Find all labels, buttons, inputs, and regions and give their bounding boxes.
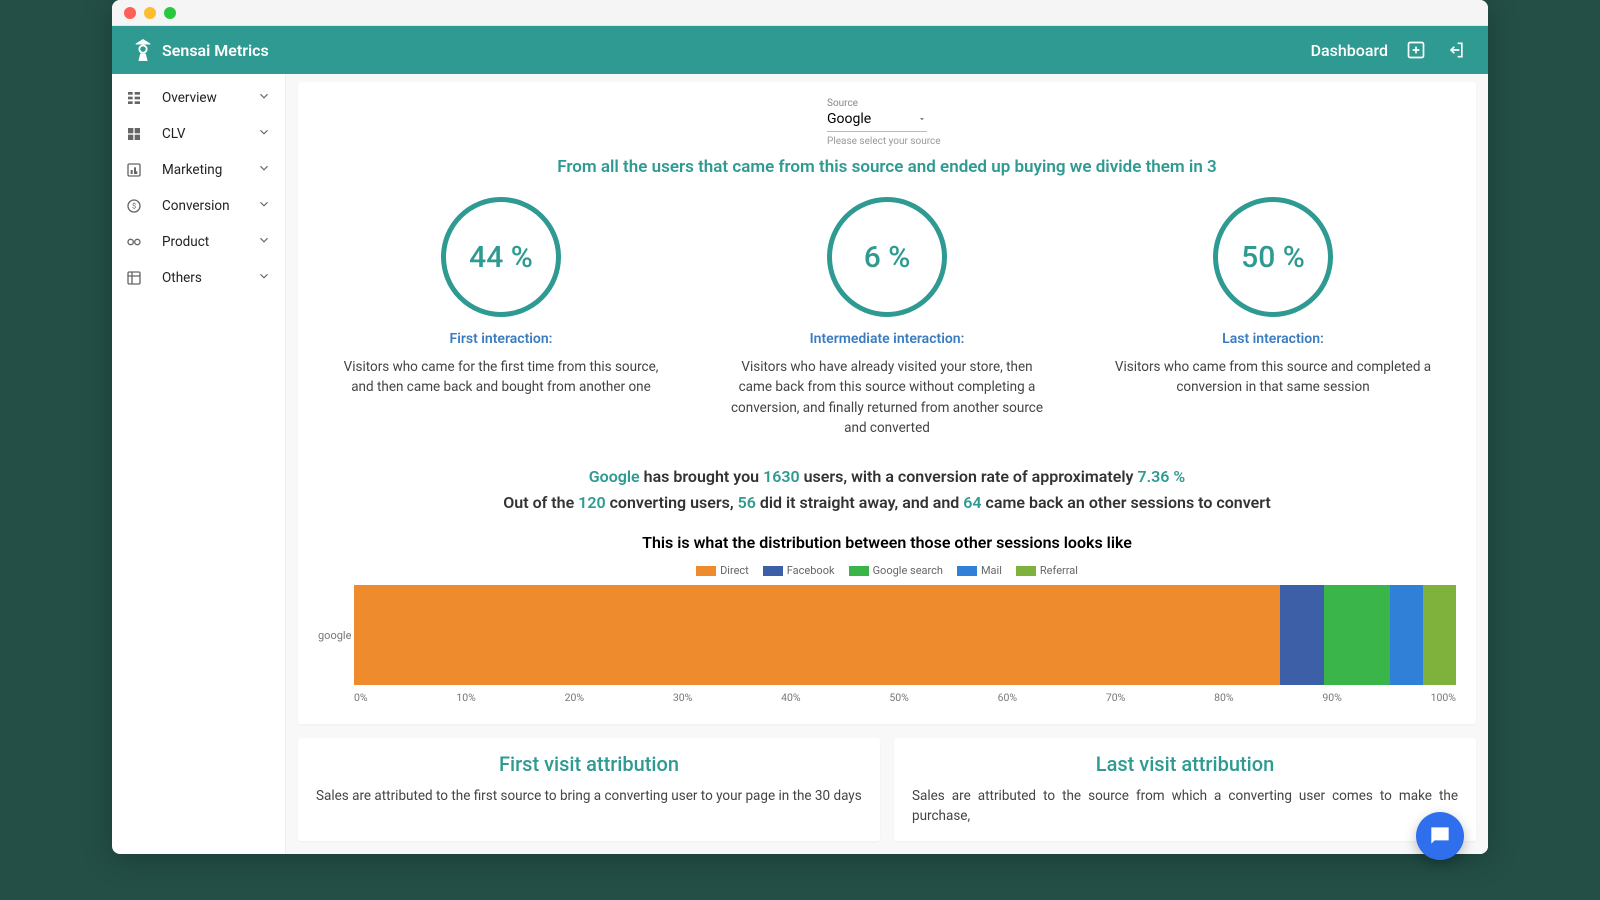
- window-zoom-icon[interactable]: [164, 7, 176, 19]
- sidebar-item-conversion[interactable]: $ Conversion: [112, 188, 285, 224]
- source-analysis-card: Source Google Please select your source …: [298, 82, 1476, 724]
- product-icon: [124, 234, 144, 250]
- conversion-icon: $: [124, 198, 144, 214]
- first-interaction-ring: 44 %: [441, 197, 561, 317]
- clv-icon: [124, 126, 144, 142]
- sidebar-item-label: Conversion: [162, 198, 230, 214]
- x-tick: 80%: [1214, 691, 1234, 704]
- marketing-icon: [124, 162, 144, 178]
- x-tick: 0%: [354, 691, 368, 704]
- sidebar-item-label: CLV: [162, 126, 186, 142]
- bar-segment-facebook: [1280, 585, 1324, 685]
- app-bar: Sensai Metrics Dashboard: [112, 26, 1488, 74]
- chevron-down-icon: [257, 161, 271, 179]
- chevron-down-icon: [257, 269, 271, 287]
- distribution-title: This is what the distribution between th…: [318, 533, 1456, 552]
- first-visit-attribution-card: First visit attribution Sales are attrib…: [298, 738, 880, 841]
- x-tick: 60%: [998, 691, 1018, 704]
- sidebar-item-marketing[interactable]: Marketing: [112, 152, 285, 188]
- chart-x-axis: 0% 10% 20% 30% 40% 50% 60% 70% 80% 90% 100%: [318, 691, 1456, 704]
- sidebar-item-label: Overview: [162, 90, 217, 106]
- sidebar-item-clv[interactable]: CLV: [112, 116, 285, 152]
- chevron-down-icon: [257, 89, 271, 107]
- bar-segment-google-search: [1324, 585, 1390, 685]
- source-field-label: Source: [827, 98, 947, 109]
- logout-icon[interactable]: [1444, 38, 1468, 62]
- bar-segment-referral: [1423, 585, 1456, 685]
- distribution-chart: google: [318, 585, 1456, 685]
- first-interaction-desc: Visitors who came for the first time fro…: [341, 357, 661, 398]
- last-visit-attribution-card: Last visit attribution Sales are attribu…: [894, 738, 1476, 841]
- last-visit-title: Last visit attribution: [912, 752, 1458, 776]
- dropdown-icon: [917, 114, 927, 124]
- intermediate-interaction-block: 6 % Intermediate interaction: Visitors w…: [727, 197, 1047, 438]
- svg-text:$: $: [132, 202, 136, 211]
- last-interaction-ring: 50 %: [1213, 197, 1333, 317]
- bar-segment-direct: [354, 585, 1280, 685]
- overview-icon: [124, 90, 144, 106]
- last-interaction-block: 50 % Last interaction: Visitors who came…: [1113, 197, 1433, 438]
- chart-y-category: google: [318, 629, 354, 642]
- sidebar-item-label: Others: [162, 270, 202, 286]
- first-interaction-block: 44 % First interaction: Visitors who cam…: [341, 197, 661, 438]
- legend-item: Google search: [849, 564, 943, 577]
- chat-icon: [1427, 823, 1453, 849]
- x-tick: 30%: [673, 691, 693, 704]
- add-widget-icon[interactable]: [1404, 38, 1428, 62]
- chevron-down-icon: [257, 233, 271, 251]
- sidebar-item-label: Product: [162, 234, 209, 250]
- legend-item: Facebook: [763, 564, 835, 577]
- window-minimize-icon[interactable]: [144, 7, 156, 19]
- source-hint: Please select your source: [827, 136, 947, 147]
- sidebar-item-others[interactable]: Others: [112, 260, 285, 296]
- brand: Sensai Metrics: [132, 37, 269, 63]
- first-interaction-title: First interaction:: [341, 331, 661, 347]
- x-tick: 90%: [1322, 691, 1342, 704]
- intermediate-interaction-title: Intermediate interaction:: [727, 331, 1047, 347]
- x-tick: 50%: [889, 691, 909, 704]
- section-headline: From all the users that came from this s…: [318, 157, 1456, 177]
- sidebar-item-product[interactable]: Product: [112, 224, 285, 260]
- brand-logo-icon: [132, 37, 154, 63]
- intermediate-interaction-ring: 6 %: [827, 197, 947, 317]
- last-interaction-title: Last interaction:: [1113, 331, 1433, 347]
- source-select[interactable]: Google: [827, 109, 927, 132]
- first-visit-body: Sales are attributed to the first source…: [316, 786, 862, 806]
- brand-name: Sensai Metrics: [162, 41, 269, 60]
- intermediate-interaction-value: 6 %: [864, 240, 911, 275]
- last-visit-body: Sales are attributed to the source from …: [912, 786, 1458, 827]
- sidebar: Overview CLV Marketing $ Conversion Prod…: [112, 74, 286, 854]
- others-icon: [124, 270, 144, 286]
- window-titlebar: [112, 0, 1488, 26]
- summary-text: Google has brought you 1630 users, with …: [437, 464, 1337, 515]
- last-interaction-desc: Visitors who came from this source and c…: [1113, 357, 1433, 398]
- sidebar-item-label: Marketing: [162, 162, 222, 178]
- first-interaction-value: 44 %: [469, 240, 533, 275]
- x-tick: 40%: [781, 691, 801, 704]
- last-interaction-value: 50 %: [1241, 240, 1305, 275]
- x-tick: 20%: [565, 691, 585, 704]
- bar-segment-mail: [1390, 585, 1423, 685]
- chevron-down-icon: [257, 197, 271, 215]
- source-select-value: Google: [827, 111, 871, 127]
- legend-item: Referral: [1016, 564, 1078, 577]
- first-visit-title: First visit attribution: [316, 752, 862, 776]
- sidebar-item-overview[interactable]: Overview: [112, 80, 285, 116]
- window-close-icon[interactable]: [124, 7, 136, 19]
- legend-item: Mail: [957, 564, 1002, 577]
- chevron-down-icon: [257, 125, 271, 143]
- dashboard-link[interactable]: Dashboard: [1311, 41, 1388, 60]
- chart-legend: Direct Facebook Google search Mail Referral: [318, 564, 1456, 577]
- x-tick: 10%: [456, 691, 476, 704]
- x-tick: 70%: [1106, 691, 1126, 704]
- chat-launcher[interactable]: [1416, 812, 1464, 860]
- x-tick: 100%: [1431, 691, 1456, 704]
- legend-item: Direct: [696, 564, 749, 577]
- intermediate-interaction-desc: Visitors who have already visited your s…: [727, 357, 1047, 438]
